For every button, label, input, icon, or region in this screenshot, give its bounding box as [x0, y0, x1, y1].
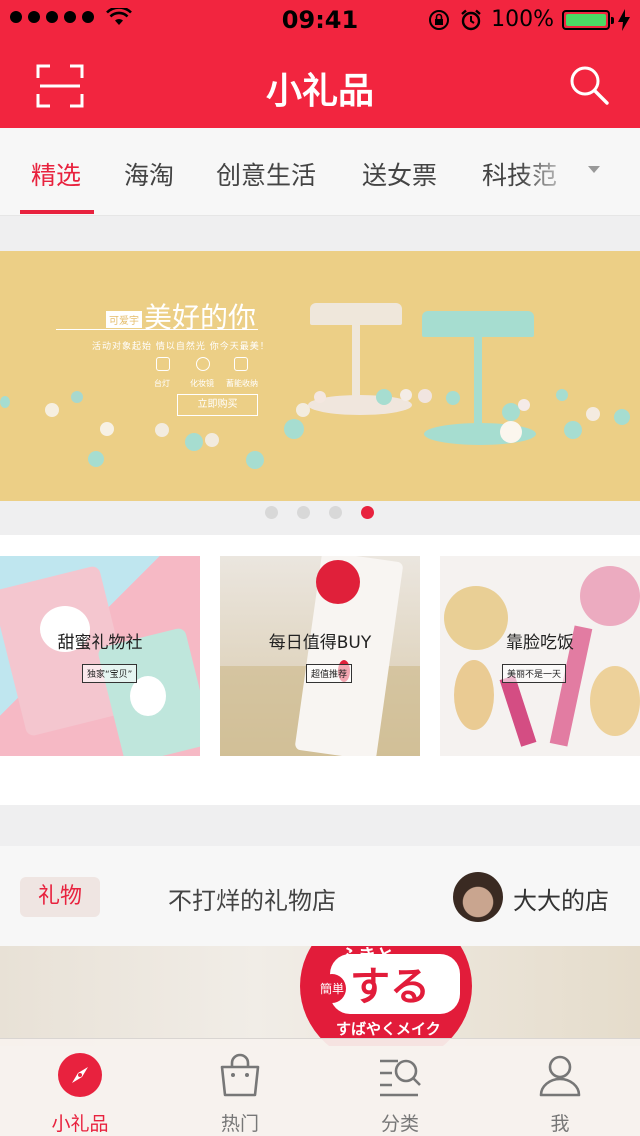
- category-badge: 礼物: [20, 877, 100, 917]
- banner-icon-label: 台灯: [154, 379, 170, 388]
- page-dot-active[interactable]: [361, 506, 374, 519]
- banner-page-indicator: [0, 501, 640, 535]
- tab-label: 小礼品: [51, 1113, 109, 1135]
- card-tag: 美丽不是一天: [502, 664, 567, 683]
- tabbar-item-category[interactable]: 分类: [320, 1039, 480, 1136]
- shop-row[interactable]: 礼物 不打烊的礼物店 大大的店: [0, 846, 640, 946]
- tab-label: 分类: [380, 1113, 419, 1135]
- banner-subtitle: 活动对象起始 情以自然光 你今天最美！: [92, 342, 270, 352]
- nav-bar: 小礼品: [0, 40, 640, 128]
- card-daily-buy[interactable]: 每日值得BUY 超值推荐: [220, 556, 420, 756]
- avatar[interactable]: [453, 872, 503, 922]
- tabbar-item-me[interactable]: 我: [480, 1039, 640, 1136]
- rotation-lock-icon: [429, 9, 450, 30]
- card-title: 靠脸吃饭: [506, 633, 574, 653]
- featured-cards: 甜蜜礼物社 独家“宝贝” 每日值得BUY 超值推荐 靠脸吃饭 美丽不是一天: [0, 535, 640, 805]
- product-image[interactable]: ふきと 簡単 する すばやくメイク: [0, 946, 640, 1046]
- shopping-bag-icon: [220, 1053, 260, 1097]
- status-bar: 09:41 100%: [0, 0, 640, 40]
- shop-owner-name[interactable]: 大大的店: [513, 881, 609, 916]
- banner-title: 美好的你: [144, 301, 257, 334]
- shop-name[interactable]: 不打烊的礼物店: [168, 881, 336, 916]
- product-label-line: すばやくメイク: [336, 1020, 441, 1038]
- compass-icon: [58, 1053, 102, 1097]
- card-tag: 超值推荐: [306, 664, 353, 683]
- mirror-icon: [196, 357, 210, 371]
- card-title: 甜蜜礼物社: [57, 633, 143, 653]
- category-search-icon: [380, 1059, 421, 1097]
- banner-icon-label: 蓄能收纳: [226, 379, 258, 388]
- page-title: 小礼品: [265, 71, 374, 112]
- product-label-main: する: [350, 964, 430, 1010]
- tab-overseas[interactable]: 海淘: [124, 156, 174, 192]
- bottom-tab-bar: 小礼品 热门 分类 我: [0, 1038, 640, 1136]
- tab-for-girlfriend[interactable]: 送女票: [362, 156, 437, 192]
- tab-creative-life[interactable]: 创意生活: [216, 156, 316, 192]
- product-label-left: 簡単: [318, 974, 347, 1003]
- page-dot[interactable]: [329, 506, 342, 519]
- alarm-icon: [461, 9, 481, 30]
- card-title: 每日值得BUY: [268, 633, 372, 653]
- search-icon[interactable]: [568, 64, 610, 106]
- banner-icon-label: 化妆镜: [190, 379, 214, 388]
- tab-label: 热门: [220, 1113, 259, 1135]
- tab-featured[interactable]: 精选: [31, 156, 81, 192]
- battery-icon: [562, 9, 614, 30]
- card-sweet-gift[interactable]: 甜蜜礼物社 独家“宝贝”: [0, 556, 200, 756]
- charging-icon: [618, 8, 630, 31]
- card-beauty[interactable]: 靠脸吃饭 美丽不是一天: [440, 556, 640, 756]
- battery-percent: 100%: [491, 7, 554, 32]
- chevron-down-icon[interactable]: [588, 166, 600, 173]
- page-dot[interactable]: [265, 506, 278, 519]
- storage-icon: [234, 357, 248, 371]
- buy-now-button[interactable]: 立即购买: [177, 394, 258, 416]
- tabbar-item-gifts[interactable]: 小礼品: [0, 1039, 160, 1136]
- promo-banner[interactable]: [0, 251, 640, 501]
- person-icon: [539, 1055, 581, 1097]
- banner-tag: 可爱宇: [106, 311, 142, 328]
- category-tabs: 精选 海淘 创意生活 送女票 科技范: [0, 128, 640, 216]
- page-dot[interactable]: [297, 506, 310, 519]
- active-tab-indicator: [20, 210, 94, 214]
- card-tag: 独家“宝贝”: [82, 664, 138, 683]
- tab-label: 我: [550, 1113, 570, 1135]
- lamp-icon: [156, 357, 170, 371]
- tabbar-item-hot[interactable]: 热门: [160, 1039, 320, 1136]
